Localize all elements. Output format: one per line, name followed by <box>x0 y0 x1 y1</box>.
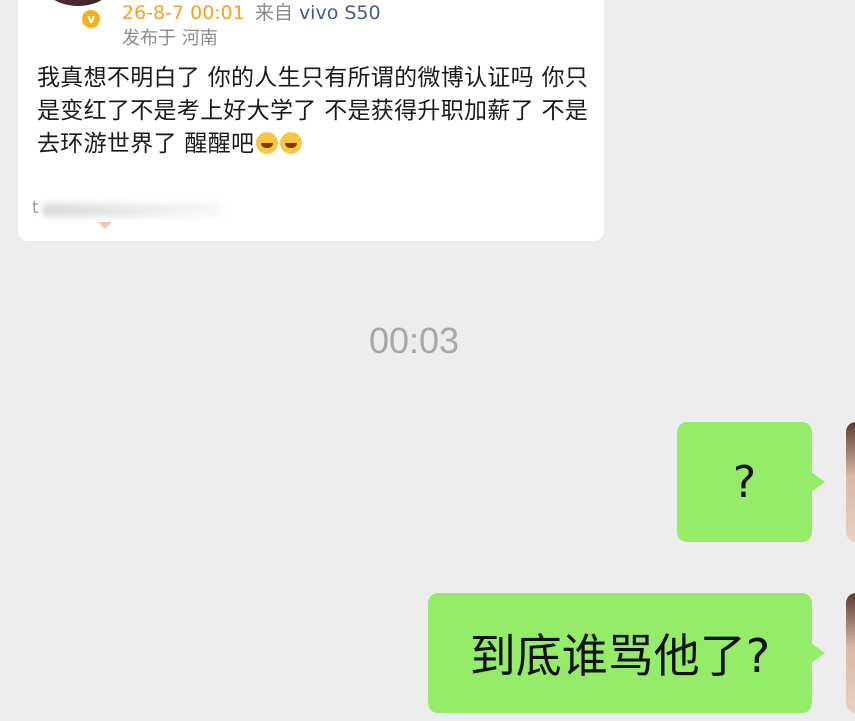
self-avatar[interactable] <box>846 422 855 542</box>
post-location: 发布于 河南 <box>122 28 218 49</box>
post-meta: 26-8-7 00:01 来自 vivo S50 <box>122 0 381 25</box>
blurred-region <box>42 203 222 217</box>
post-body: 我真想不明白了 你的人生只有所谓的微博认证吗 你只是变红了不是考上好大学了 不是… <box>37 62 597 161</box>
post-text: 我真想不明白了 你的人生只有所谓的微博认证吗 你只是变红了不是考上好大学了 不是… <box>37 65 589 157</box>
message-bubble[interactable]: ? <box>677 422 825 542</box>
post-source: 来自 vivo S50 <box>255 2 381 24</box>
post-date: 26-8-7 00:01 <box>122 2 245 24</box>
weibo-post-card[interactable]: v 26-8-7 00:01 来自 vivo S50 发布于 河南 我真想不明白了… <box>18 0 604 241</box>
footer-text: t <box>32 198 39 218</box>
message-bubble[interactable]: 到底谁骂他了? <box>428 593 825 713</box>
message-text: ? <box>732 456 757 508</box>
chat-timestamp: 00:03 <box>368 320 460 361</box>
self-avatar[interactable] <box>846 593 855 713</box>
laugh-cry-emoji-icon <box>280 132 303 154</box>
blurred-footer: t <box>32 198 222 229</box>
verified-badge-icon: v <box>80 8 102 30</box>
author-avatar[interactable] <box>42 0 114 6</box>
laugh-cry-emoji-icon <box>256 132 279 154</box>
message-text: 到底谁骂他了? <box>469 629 771 683</box>
source-prefix: 来自 <box>254 2 293 24</box>
caret-icon <box>98 222 112 229</box>
source-device: vivo S50 <box>298 2 381 24</box>
